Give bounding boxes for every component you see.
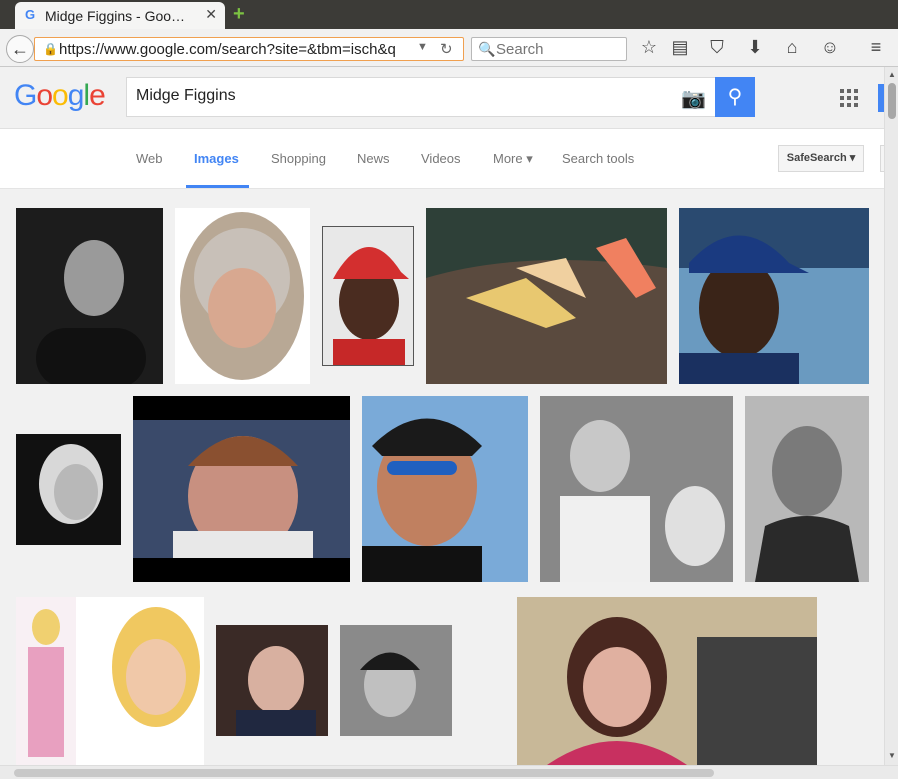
image-result-picture — [540, 396, 733, 582]
vertical-scrollbar[interactable]: ▲ ▼ — [884, 67, 898, 765]
image-result[interactable] — [426, 208, 667, 384]
search-type-nav: Web Images Shopping News Videos More ▾ S… — [0, 129, 884, 189]
url-text[interactable]: https://www.google.com/search?site=&tbm=… — [59, 41, 419, 58]
menu-icon[interactable]: ≡ — [865, 37, 887, 58]
image-result-picture — [362, 396, 528, 582]
reload-icon[interactable]: ↻ — [440, 40, 453, 58]
image-result[interactable] — [16, 434, 121, 545]
search-tools-button[interactable]: Search tools — [562, 151, 634, 166]
search-icon: 🔍 — [478, 41, 496, 57]
image-result-picture — [679, 208, 869, 384]
url-dropdown-icon[interactable]: ▼ — [417, 41, 428, 53]
google-logo[interactable]: Google — [14, 79, 106, 113]
image-result-picture — [16, 434, 121, 545]
horizontal-scroll-thumb[interactable] — [14, 769, 714, 777]
tab-web[interactable]: Web — [136, 151, 163, 166]
image-result[interactable] — [175, 208, 310, 384]
pocket-icon[interactable]: ⛉ — [706, 37, 728, 58]
apps-grid-icon[interactable] — [840, 89, 858, 107]
lock-icon: 🔒 — [43, 42, 58, 56]
bookmark-star-icon[interactable]: ☆ — [638, 37, 660, 58]
google-search-button[interactable]: ⚲ — [715, 77, 755, 117]
browser-search-input[interactable] — [496, 41, 624, 58]
tab-strip: G Midge Figgins - Goo… ✕ + — [0, 0, 898, 29]
active-tab[interactable]: G Midge Figgins - Goo… ✕ — [15, 2, 225, 29]
google-header: Google 📷 ⚲ — [0, 67, 884, 129]
horizontal-scrollbar[interactable] — [0, 765, 898, 779]
image-result[interactable] — [322, 226, 414, 366]
url-bar[interactable]: 🔒 https://www.google.com/search?site=&tb… — [34, 37, 464, 61]
google-favicon-icon: G — [25, 7, 36, 22]
image-result[interactable] — [362, 396, 528, 582]
image-result[interactable] — [517, 597, 817, 765]
image-result[interactable] — [679, 208, 869, 384]
camera-icon[interactable]: 📷 — [681, 86, 706, 111]
image-result[interactable] — [133, 396, 350, 582]
image-result[interactable] — [16, 208, 163, 384]
image-results-grid — [0, 189, 884, 765]
tab-more[interactable]: More ▾ — [493, 151, 533, 167]
back-button[interactable]: ← — [6, 35, 34, 63]
tab-news[interactable]: News — [357, 151, 390, 166]
image-result-picture — [340, 625, 452, 736]
safesearch-button[interactable]: SafeSearch ▾ — [778, 145, 864, 172]
image-result-picture — [133, 396, 350, 582]
image-result[interactable] — [216, 625, 328, 736]
image-result-picture — [216, 625, 328, 736]
image-result-picture — [517, 597, 817, 765]
image-result[interactable] — [340, 625, 452, 736]
close-tab-icon[interactable]: ✕ — [205, 6, 217, 23]
logo-letter: g — [67, 79, 85, 112]
scroll-down-arrow-icon[interactable]: ▼ — [888, 751, 896, 760]
logo-letter: G — [14, 79, 37, 112]
image-result[interactable] — [16, 597, 204, 765]
vertical-scroll-thumb[interactable] — [888, 83, 896, 119]
logo-letter: o — [52, 79, 69, 112]
google-search-box[interactable]: 📷 — [126, 77, 716, 117]
image-result[interactable] — [745, 396, 869, 582]
image-result[interactable] — [540, 396, 733, 582]
image-result-picture — [16, 208, 163, 384]
scroll-up-arrow-icon[interactable]: ▲ — [888, 70, 896, 79]
tab-shopping[interactable]: Shopping — [271, 151, 326, 166]
search-icon: ⚲ — [727, 86, 743, 108]
download-icon[interactable]: ⬇ — [744, 37, 766, 58]
image-result-picture — [426, 208, 667, 384]
tab-images[interactable]: Images — [194, 151, 239, 166]
tab-videos[interactable]: Videos — [421, 151, 461, 166]
new-tab-plus-icon[interactable]: + — [233, 4, 245, 24]
navigation-toolbar: ← 🔒 https://www.google.com/search?site=&… — [0, 29, 898, 67]
browser-search-box[interactable]: 🔍 — [471, 37, 627, 61]
tab-title: Midge Figgins - Goo… — [45, 8, 186, 24]
reading-list-icon[interactable]: ▤ — [669, 37, 691, 58]
chat-icon[interactable]: ☺ — [819, 37, 841, 58]
image-result-picture — [323, 227, 413, 365]
logo-letter: e — [89, 79, 106, 112]
image-result-picture — [180, 212, 304, 380]
home-icon[interactable]: ⌂ — [781, 37, 803, 58]
logo-letter: o — [36, 79, 53, 112]
image-result-picture — [16, 597, 200, 765]
google-search-input[interactable] — [136, 87, 656, 105]
active-tab-underline — [186, 185, 249, 188]
image-result-picture — [745, 396, 869, 582]
